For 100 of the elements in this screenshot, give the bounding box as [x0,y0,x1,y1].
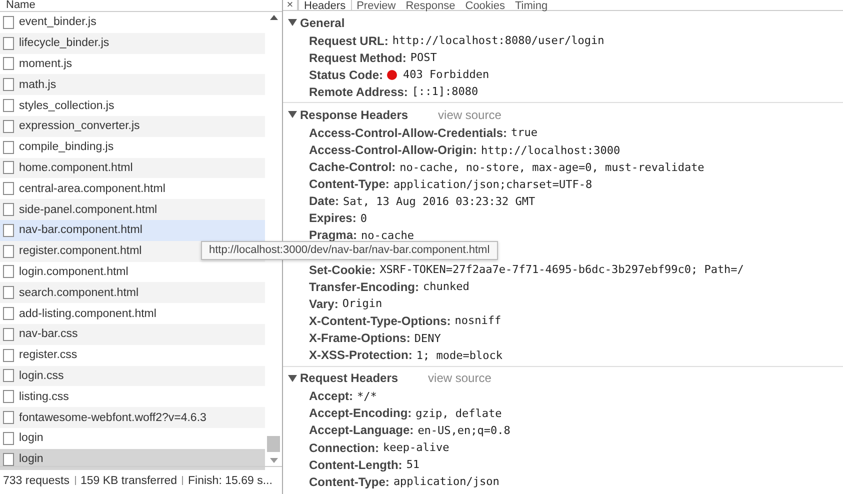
header-name: Accept: [309,389,354,404]
header-value: Sat, 13 Aug 2016 03:23:32 GMT [343,194,536,208]
header-name: Request URL: [309,34,388,48]
header-name: X-XSS-Protection: [309,348,412,362]
tooltip: http://localhost:3000/dev/nav-bar/nav-bar.component.html [201,241,498,260]
tab[interactable]: Headers [298,0,352,10]
request-row[interactable]: moment.js [0,54,265,74]
file-icon [3,16,14,29]
header-value: [::1]:8080 [412,85,478,98]
header-value: DENY [414,332,441,345]
view-source-link[interactable]: view source [428,371,492,386]
header-value: nosniff [454,314,502,328]
expand-triangle-icon[interactable] [288,374,297,383]
expand-triangle-icon[interactable] [288,18,297,27]
header-name: Accept-Encoding: [309,406,412,420]
header-name: Content-Type: [309,474,390,489]
header-name: Date: [309,194,340,208]
request-row[interactable]: event_binder.js [0,12,265,33]
header-value: keep-alive [383,441,450,454]
header-name: Transfer-Encoding: [309,280,420,294]
file-icon [3,140,14,154]
header-value: XSRF-TOKEN=27f2aa7e-7f71-4695-b6dc-3b297ebf99c0; Path=/ [380,263,744,276]
file-icon [3,224,14,237]
header-name: Content-Type: [309,177,390,192]
file-icon [3,57,14,70]
request-row[interactable]: nav-bar.css [0,324,265,345]
header-name: Pragma: [309,228,358,242]
header-value: true [511,126,538,140]
file-icon [3,120,14,133]
view-source-link[interactable]: view source [438,108,502,122]
header-value: application/json [393,475,500,488]
section-title[interactable]: General [300,16,345,30]
request-row[interactable]: side-panel.component.html [0,199,265,220]
file-icon [3,452,14,466]
header-value: chunked [423,280,470,294]
file-icon [3,244,14,258]
file-icon [3,265,14,278]
file-icon [3,307,14,320]
request-row[interactable]: expression_converter.js [0,116,265,137]
header-name: Access-Control-Allow-Origin: [309,143,478,158]
request-row[interactable]: login [0,448,265,470]
header-value: en-US,en;q=0.8 [418,424,510,437]
file-icon [3,36,14,50]
request-row[interactable]: home.component.html [0,158,265,178]
file-icon [3,203,14,216]
header-value: gzip, deflate [416,406,502,420]
header-name: Status Code: [309,68,384,82]
header-name: Expires: [309,211,356,226]
expand-triangle-icon[interactable] [288,110,297,120]
request-row[interactable]: login.css [0,366,265,386]
request-row[interactable]: lifecycle_binder.js [0,32,265,54]
tab[interactable]: Preview [352,0,401,10]
header-value: no-cache [361,228,414,242]
request-row[interactable]: compile_binding.js [0,136,265,158]
header-value: POST [410,51,437,64]
header-name: X-Frame-Options: [309,331,410,346]
file-icon [3,390,14,404]
request-row[interactable]: listing.css [0,386,265,408]
status-text: 733 requests [3,474,70,486]
request-row[interactable]: login [0,428,265,449]
file-icon [3,432,14,445]
scrollbar-thumb[interactable] [267,436,280,452]
request-row[interactable]: register.css [0,344,265,366]
tab[interactable]: Cookies [460,0,510,10]
request-row[interactable]: central-area.component.html [0,178,265,200]
request-row[interactable]: nav-bar.component.html [0,220,265,241]
header-value: http://localhost:3000 [481,144,620,157]
request-row[interactable]: search.component.html [0,282,265,304]
header-value: Origin [342,297,382,310]
header-value: 0 [360,212,367,225]
header-name: Connection: [309,440,379,455]
section-title[interactable]: Request Headers [300,371,398,386]
request-row[interactable]: add-listing.component.html [0,303,265,324]
status-text: Finish: 15.69 s... [188,474,272,486]
header-name: Remote Address: [309,84,408,99]
header-value: application/json;charset=UTF-8 [393,178,592,191]
header-value: 1; mode=block [416,348,502,362]
request-row[interactable]: login.component.html [0,262,265,282]
file-icon [3,328,14,341]
header-value: 403 Forbidden [403,68,490,82]
request-row[interactable]: math.js [0,74,265,96]
status-text: 159 KB transferred [80,474,178,486]
header-name: Cache-Control: [309,160,396,174]
file-icon [3,369,14,382]
header-value: http://localhost:8080/user/login [392,34,604,48]
tab[interactable]: Response [400,0,460,10]
header-value: no-cache, no-store, max-age=0, must-revalidate [400,160,704,174]
header-name: X-Content-Type-Options: [309,314,451,328]
header-value: */* [357,390,377,403]
request-row[interactable]: styles_collection.js [0,95,265,116]
file-icon [3,99,14,112]
file-icon [3,182,14,196]
request-row[interactable]: fontawesome-webfont.woff2?v=4.6.3 [0,407,265,428]
section-title[interactable]: Response Headers [300,108,408,122]
file-icon [3,411,14,424]
tab[interactable]: Timing [510,0,553,10]
file-icon [3,286,14,300]
header-name: Vary: [309,296,338,311]
header-name: Set-Cookie: [309,262,376,277]
column-header[interactable]: Name [6,0,36,11]
